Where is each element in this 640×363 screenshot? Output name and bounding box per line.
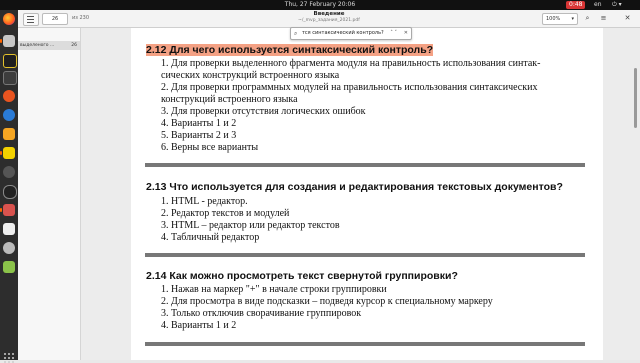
running-indicator xyxy=(0,208,2,212)
menu-icon[interactable]: ≡ xyxy=(598,13,609,24)
show-apps-icon[interactable] xyxy=(4,353,14,363)
answer-option: сических конструкций встроенного языка xyxy=(161,70,340,81)
question-title: 2.13 Что используется для создания и ред… xyxy=(146,181,563,193)
answer-option: 2. Для проверки программных модулей на п… xyxy=(161,82,538,93)
answer-option: 3. Для проверки отсутствия логических ош… xyxy=(161,106,366,117)
zoom-select[interactable]: 100% ▾ xyxy=(542,13,578,25)
separator xyxy=(145,342,585,346)
answer-option: 3. Только отключив сворачивание группиро… xyxy=(161,308,362,319)
close-icon[interactable]: ✕ xyxy=(622,13,633,24)
scrollbar[interactable] xyxy=(634,68,637,128)
answer-option: 4. Варианты 1 и 2 xyxy=(161,118,237,129)
search-input[interactable]: тся синтаксический контроль? xyxy=(302,28,384,39)
app-icon[interactable] xyxy=(3,90,15,102)
answer-option: 5. Варианты 2 и 3 xyxy=(161,130,237,141)
help-icon[interactable] xyxy=(3,109,15,121)
answer-option: 2. Редактор текстов и модулей xyxy=(161,208,290,219)
answer-option: 1. HTML - редактор. xyxy=(161,196,248,207)
search-bar[interactable]: ⌕ тся синтаксический контроль? ˄ ˅ ✕ xyxy=(290,27,412,40)
running-indicator xyxy=(0,39,2,43)
1c-icon[interactable] xyxy=(3,147,15,159)
settings-icon[interactable] xyxy=(3,166,15,178)
answer-option: 4. Варианты 1 и 2 xyxy=(161,320,237,331)
document-area[interactable]: 2.12 Для чего используется синтаксически… xyxy=(81,28,640,360)
search-icon: ⌕ xyxy=(294,30,298,37)
dock xyxy=(0,10,18,363)
trash-icon[interactable] xyxy=(3,261,15,273)
search-highlight: 2.12 Для чего используется синтаксически… xyxy=(146,44,434,56)
updates-icon[interactable] xyxy=(3,128,15,140)
files-icon[interactable] xyxy=(3,35,15,47)
answer-option: 1. Нажав на маркер "+" в начале строки г… xyxy=(161,284,387,295)
disk-icon[interactable] xyxy=(3,242,15,254)
terminal-icon[interactable] xyxy=(3,71,17,85)
question-title: 2.12 Для чего используется синтаксически… xyxy=(146,44,586,57)
keyboard-layout[interactable]: en xyxy=(594,1,602,9)
close-icon[interactable]: ✕ xyxy=(404,28,408,39)
text-editor-icon[interactable] xyxy=(3,223,15,235)
running-indicator xyxy=(0,151,2,155)
search-icon[interactable]: ⌕ xyxy=(582,13,593,24)
separator xyxy=(145,163,585,167)
separator xyxy=(145,253,585,257)
firefox-icon[interactable] xyxy=(3,13,15,25)
answer-option: конструкций встроенного языка xyxy=(161,94,298,105)
document-viewer-icon[interactable] xyxy=(3,204,15,216)
top-bar: Thu, 27 February 20:06 0:48 en ⏻ ▾ xyxy=(0,0,640,10)
zoom-value: 100% xyxy=(546,16,561,22)
question-title: 2.14 Как можно просмотреть текст свернут… xyxy=(146,270,458,282)
sidebar-item-title: выделеного ... xyxy=(20,43,55,48)
viewer-header: 26 из 230 Введение ~/_mvp_задания_2021.p… xyxy=(18,10,640,28)
search-nav-icon[interactable]: ˄ ˅ xyxy=(390,28,397,39)
chevron-down-icon: ▾ xyxy=(571,16,574,22)
record-badge[interactable]: 0:48 xyxy=(566,1,586,9)
clock[interactable]: Thu, 27 February 20:06 xyxy=(0,1,640,9)
outline-sidebar: выделеного ... 26 xyxy=(18,28,81,360)
sidebar-item-current[interactable]: выделеного ... 26 xyxy=(18,41,80,50)
pdf-page: 2.12 Для чего используется синтаксически… xyxy=(131,28,603,360)
obs-icon[interactable] xyxy=(3,185,17,199)
answer-option: 6. Верны все варианты xyxy=(161,142,259,153)
answer-option: 1. Для проверки выделенного фрагмента мо… xyxy=(161,58,541,69)
system-monitor-icon[interactable] xyxy=(3,54,17,68)
answer-option: 4. Табличный редактор xyxy=(161,232,260,243)
answer-option: 3. HTML – редактор или редактор текстов xyxy=(161,220,340,231)
answer-option: 2. Для просмотра в виде подсказки – подв… xyxy=(161,296,493,307)
sidebar-item-page: 26 xyxy=(71,43,77,48)
power-icon[interactable]: ⏻ ▾ xyxy=(612,1,622,9)
